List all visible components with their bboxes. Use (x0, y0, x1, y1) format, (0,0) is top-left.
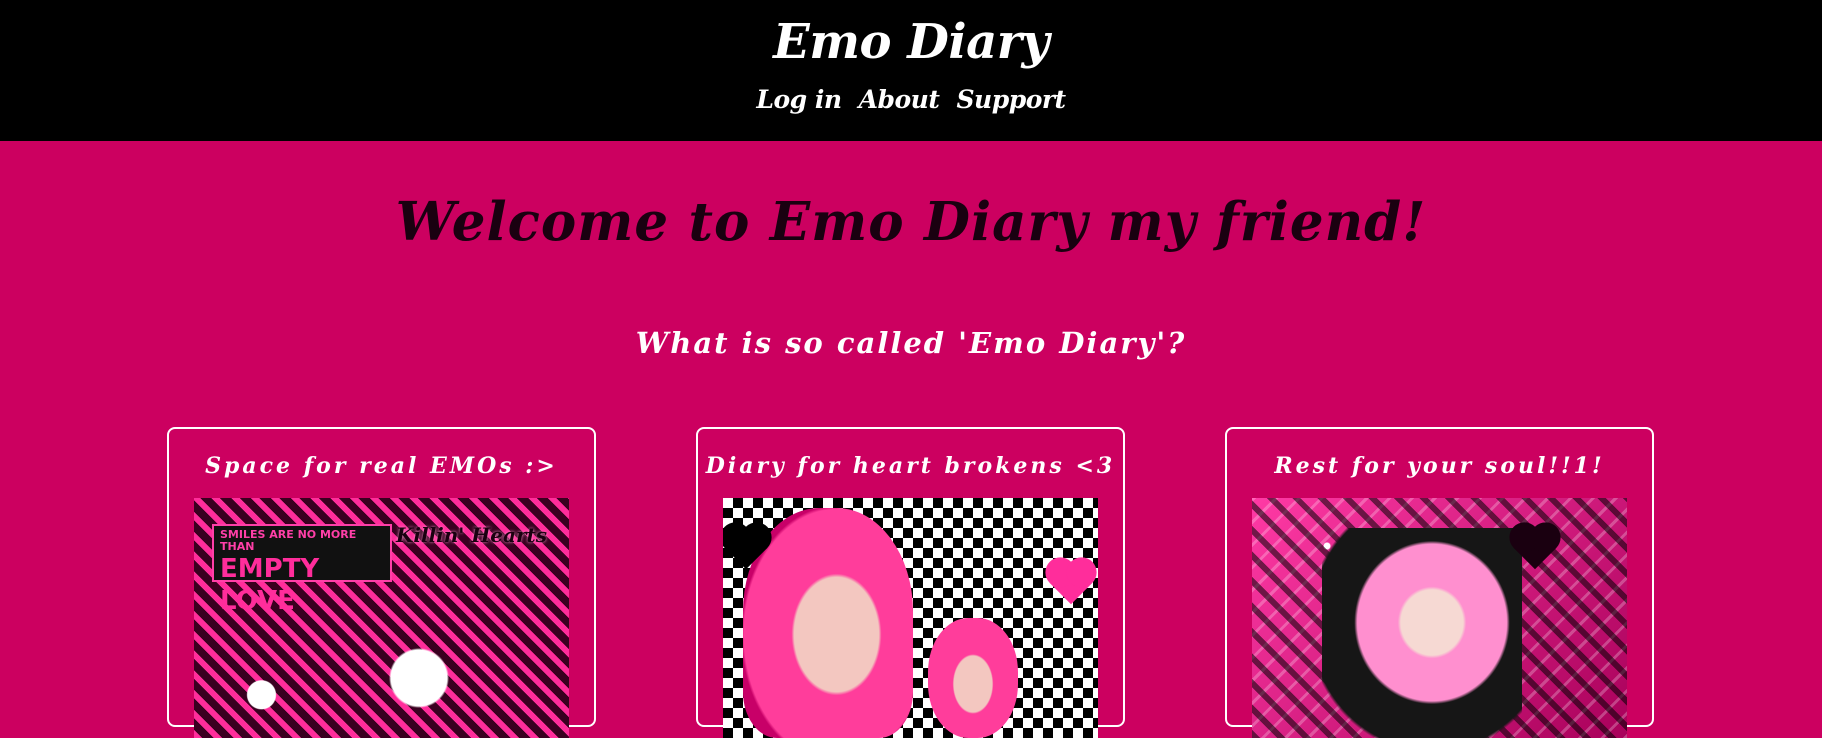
image-portrait-small (928, 618, 1018, 738)
pink-heart-icon (1049, 561, 1093, 605)
feature-card-rest-soul: Rest for your soul!!1! (1225, 427, 1654, 738)
site-header: Emo Diary Log in About Support (0, 0, 1822, 141)
nav-link-support[interactable]: Support (957, 85, 1067, 114)
what-is-heading: What is so called 'Emo Diary'? (635, 326, 1187, 360)
card-image-anime-girl (1252, 498, 1627, 738)
nav-link-login[interactable]: Log in (756, 85, 842, 114)
image-anime-figure (1322, 528, 1522, 738)
main-nav: Log in About Support (0, 85, 1822, 114)
welcome-heading: Welcome to Emo Diary my friend! (395, 191, 1427, 253)
card-image-pink-hair-checkers (723, 498, 1098, 738)
site-title[interactable]: Emo Diary (0, 14, 1822, 70)
card-title: Space for real EMOs :> (205, 453, 558, 479)
banner-big-text: EMPTY LOVE (220, 554, 320, 616)
image-banner: SMILES ARE NO MORE THAN EMPTY LOVE (212, 524, 392, 616)
image-scribble-text: Killin' Hearts (395, 523, 547, 547)
main-content: Welcome to Emo Diary my friend! What is … (0, 141, 1822, 738)
card-title: Rest for your soul!!1! (1274, 453, 1605, 479)
card-image-empty-love: SMILES ARE NO MORE THAN EMPTY LOVE Killi… (194, 498, 569, 738)
banner-small-text: SMILES ARE NO MORE THAN (220, 528, 357, 553)
feature-card-heart-brokens: Diary for heart brokens <3 (696, 427, 1125, 738)
nav-link-about[interactable]: About (859, 85, 940, 114)
card-title: Diary for heart brokens <3 (705, 453, 1116, 479)
feature-card-emos: Space for real EMOs :> SMILES ARE NO MOR… (167, 427, 596, 738)
